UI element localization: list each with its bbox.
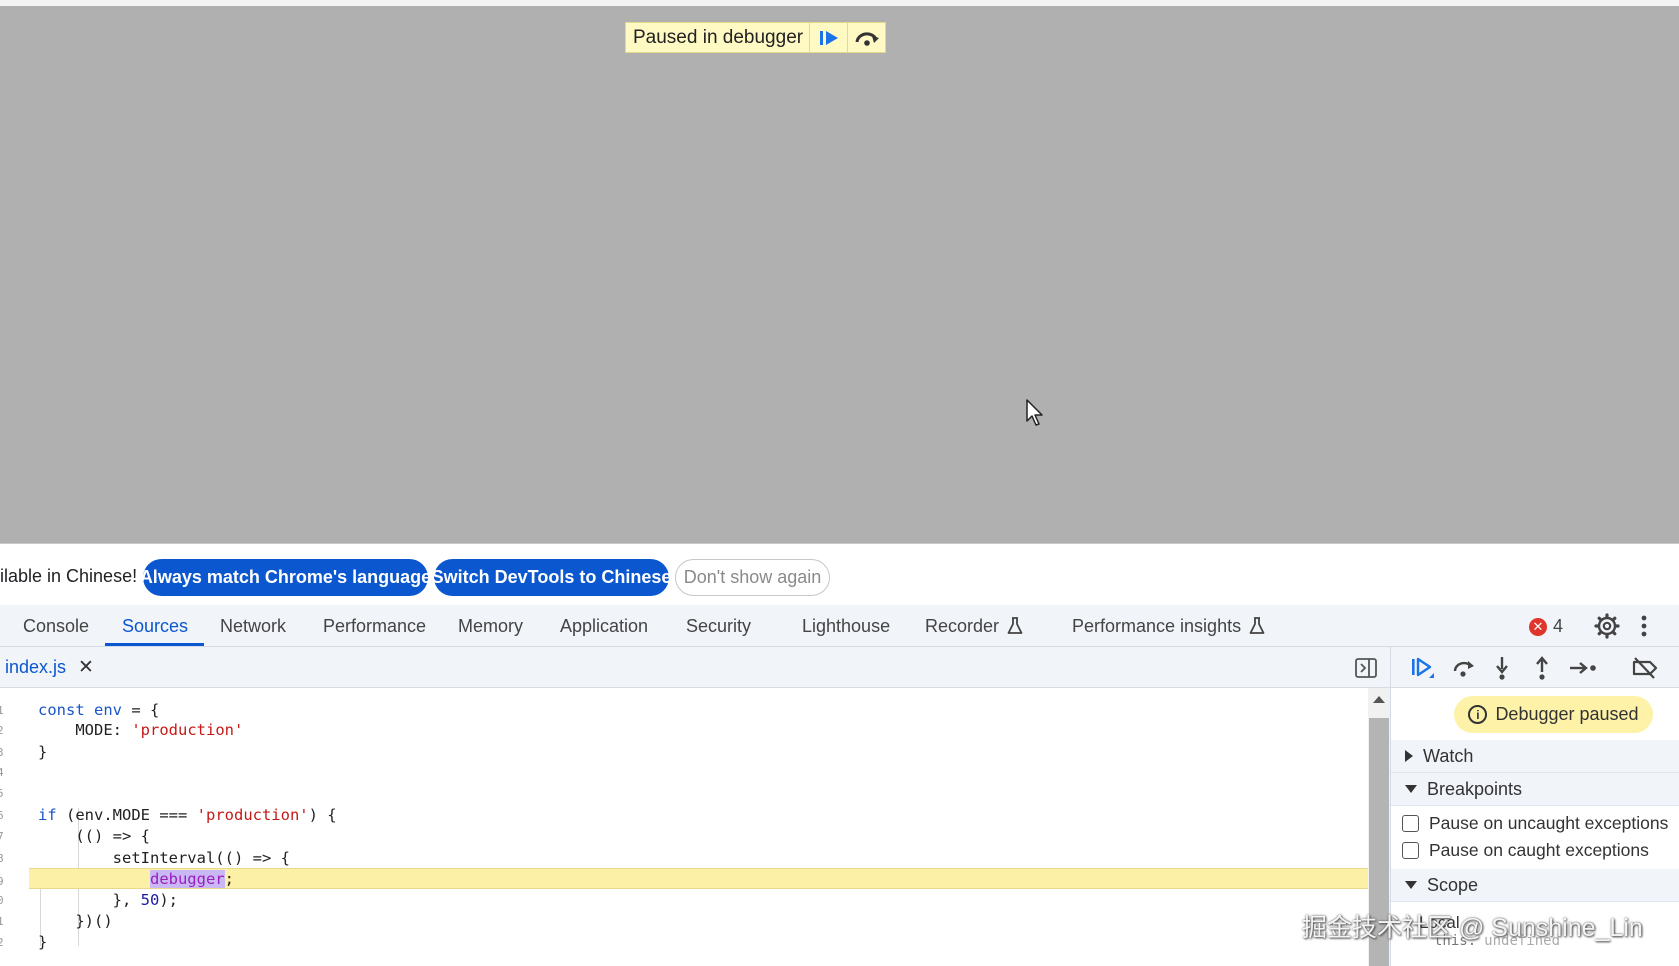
banner-step-over-button[interactable] bbox=[847, 23, 885, 52]
tab-recorder[interactable]: Recorder bbox=[925, 605, 1023, 647]
section-breakpoints-label: Breakpoints bbox=[1427, 778, 1523, 799]
pause-on-caught-checkbox[interactable]: Pause on caught exceptions bbox=[1402, 840, 1649, 861]
line-number: 0 bbox=[0, 894, 4, 907]
step-over-icon[interactable] bbox=[1451, 656, 1477, 680]
tab-performance-insights[interactable]: Performance insights bbox=[1072, 605, 1265, 647]
always-match-language-button[interactable]: Always match Chrome's language bbox=[140, 559, 431, 596]
resume-icon[interactable] bbox=[1409, 656, 1435, 680]
pause-caught-label: Pause on caught exceptions bbox=[1429, 840, 1649, 860]
code-line: 7 (() => { bbox=[0, 826, 1368, 847]
tab-application[interactable]: Application bbox=[560, 605, 648, 647]
tab-console[interactable]: Console bbox=[23, 605, 89, 647]
paused-execution-line: debugger; bbox=[29, 868, 1368, 889]
line-number: 2 bbox=[0, 724, 4, 737]
banner-resume-button[interactable] bbox=[809, 23, 847, 52]
section-scope-label: Scope bbox=[1427, 874, 1479, 895]
tab-security[interactable]: Security bbox=[686, 605, 751, 647]
section-watch-label: Watch bbox=[1423, 745, 1474, 766]
line-number: 3 bbox=[0, 746, 4, 759]
deactivate-breakpoints-icon[interactable] bbox=[1631, 656, 1659, 680]
infobar-message: ilable in Chinese! bbox=[0, 566, 138, 586]
step-over-icon bbox=[855, 31, 879, 46]
line-number: 2 bbox=[0, 936, 4, 949]
code-line: 2 MODE: 'production' bbox=[0, 720, 1368, 741]
paused-in-debugger-banner: Paused in debugger bbox=[625, 22, 887, 53]
tab-lighthouse[interactable]: Lighthouse bbox=[802, 605, 890, 647]
step-icon[interactable] bbox=[1568, 656, 1598, 680]
error-counter-button[interactable]: ✕ 4 bbox=[1529, 616, 1563, 637]
code-line: 3} bbox=[0, 742, 1368, 763]
debugger-toolbar bbox=[1391, 647, 1679, 688]
code-line: 5 bbox=[0, 783, 1368, 804]
section-scope[interactable]: Scope bbox=[1391, 869, 1679, 902]
resume-icon bbox=[819, 30, 838, 45]
code-line: 9 bbox=[0, 871, 20, 892]
line-number: 8 bbox=[0, 852, 4, 865]
step-into-icon[interactable] bbox=[1491, 656, 1513, 680]
checkbox[interactable] bbox=[1402, 842, 1419, 859]
line-number: 9 bbox=[0, 875, 4, 888]
file-tab-index-js[interactable]: index.js ✕ bbox=[0, 647, 94, 688]
language-infobar: ilable in Chinese! Always match Chrome's… bbox=[0, 543, 1679, 605]
expand-arrow-icon bbox=[1405, 750, 1413, 762]
watermark: 掘金技术社区 @ Sunshine_Lin bbox=[1302, 914, 1643, 942]
tab-network[interactable]: Network bbox=[220, 605, 286, 647]
line-number: 1 bbox=[0, 704, 4, 717]
tab-memory[interactable]: Memory bbox=[458, 605, 523, 647]
devtools-tab-bar: Console Sources Network Performance Memo… bbox=[0, 605, 1679, 647]
error-icon: ✕ bbox=[1529, 617, 1547, 636]
step-out-icon[interactable] bbox=[1531, 656, 1553, 680]
viewport-top-edge bbox=[0, 0, 1679, 6]
mouse-pointer-icon bbox=[1026, 399, 1043, 426]
code-line: 1 const env = { bbox=[0, 700, 1368, 721]
dont-show-again-button[interactable]: Don't show again bbox=[675, 559, 830, 596]
pause-on-uncaught-checkbox[interactable]: Pause on uncaught exceptions bbox=[1402, 813, 1668, 834]
pause-uncaught-label: Pause on uncaught exceptions bbox=[1429, 813, 1669, 833]
paused-banner-text: Paused in debugger bbox=[633, 27, 804, 48]
experiment-flask-icon bbox=[1007, 617, 1023, 634]
page-viewport: Paused in debugger bbox=[0, 0, 1679, 543]
line-number: 6 bbox=[0, 809, 4, 822]
code-editor[interactable]: 1 const env = { 2 MODE: 'production' 3} 4… bbox=[0, 688, 1368, 966]
code-line: 6 if (env.MODE === 'production') { bbox=[0, 805, 1368, 826]
tab-recorder-label: Recorder bbox=[925, 615, 1000, 636]
file-tab-name: index.js bbox=[5, 657, 67, 677]
tab-sources[interactable]: Sources bbox=[122, 605, 188, 647]
code-line: 1 })() bbox=[0, 911, 1368, 932]
close-icon[interactable]: ✕ bbox=[78, 656, 94, 679]
switch-devtools-to-chinese-button[interactable]: Switch DevTools to Chinese bbox=[432, 559, 671, 596]
code-line: 2} bbox=[0, 932, 1368, 953]
tab-performance-insights-label: Performance insights bbox=[1072, 615, 1242, 636]
code-line: 4 bbox=[0, 762, 1368, 783]
active-tab-indicator bbox=[105, 643, 204, 646]
settings-gear-icon[interactable] bbox=[1594, 613, 1620, 639]
error-count: 4 bbox=[1553, 616, 1564, 636]
debugger-paused-badge: i Debugger paused bbox=[1454, 696, 1653, 733]
section-watch[interactable]: Watch bbox=[1391, 740, 1679, 773]
scroll-up-arrow-icon[interactable] bbox=[1373, 696, 1385, 703]
checkbox[interactable] bbox=[1402, 815, 1419, 832]
code-line: 0 }, 50); bbox=[0, 890, 1368, 911]
line-number: 5 bbox=[0, 787, 4, 800]
debugger-paused-text: Debugger paused bbox=[1495, 704, 1639, 724]
experiment-flask-icon bbox=[1249, 617, 1265, 634]
collapse-arrow-icon bbox=[1405, 785, 1417, 793]
section-breakpoints[interactable]: Breakpoints bbox=[1391, 773, 1679, 806]
info-icon: i bbox=[1468, 705, 1488, 724]
editor-file-tab-bar: index.js ✕ bbox=[0, 647, 1390, 688]
toggle-debugger-sidebar-icon[interactable] bbox=[1355, 658, 1377, 678]
collapse-arrow-icon bbox=[1405, 881, 1417, 889]
line-number: 4 bbox=[0, 766, 4, 779]
more-options-icon[interactable] bbox=[1640, 614, 1648, 638]
line-number: 7 bbox=[0, 830, 4, 843]
tab-performance[interactable]: Performance bbox=[323, 605, 426, 647]
code-line: 8 setInterval(() => { bbox=[0, 848, 1368, 869]
line-number: 1 bbox=[0, 915, 4, 928]
